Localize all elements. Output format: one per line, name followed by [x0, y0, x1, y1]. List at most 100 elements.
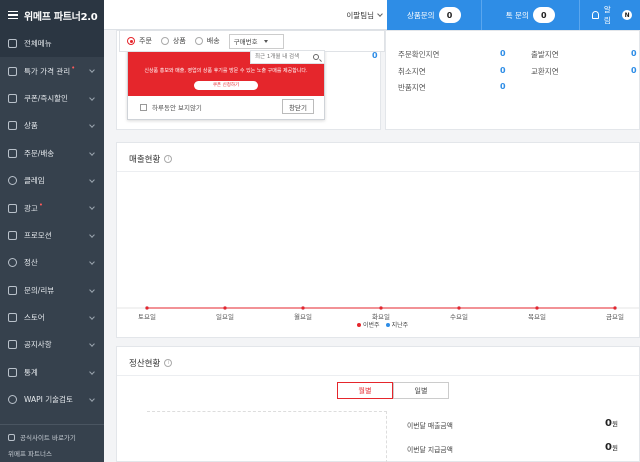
data-point-이번주-5	[535, 306, 539, 310]
chevron-down-icon	[89, 396, 95, 402]
hamburger-menu-icon[interactable]	[8, 11, 18, 19]
info-icon[interactable]: i	[164, 155, 173, 163]
top-bar: 위메프 파트너2.0 이팔팀님 상품문의 0 톡 문의 0 알림 N	[0, 0, 640, 30]
sidebar-item-label: 전체메뉴	[24, 39, 52, 49]
data-point-이번주-4	[457, 306, 461, 310]
sidebar-item[interactable]: WAPI 기술검토	[0, 386, 104, 413]
info-icon[interactable]: i	[164, 359, 173, 367]
promotion-icon	[8, 230, 17, 240]
sidebar-item[interactable]: 프로모션	[0, 222, 104, 249]
partners-label: 위메프 파트너스	[8, 450, 52, 458]
sidebar-item[interactable]: 통계	[0, 359, 104, 386]
sidebar-item[interactable]: 상품	[0, 112, 104, 139]
monthly-payout-label: 이번달 지급금액	[407, 446, 453, 454]
chevron-down-icon	[89, 286, 95, 293]
radio-order-label: 주문	[139, 37, 152, 45]
notice-button[interactable]: 알림 N	[578, 0, 640, 30]
chevron-down-icon	[89, 259, 95, 265]
settlement-chart-area	[147, 411, 387, 462]
sidebar-item[interactable]: 전체메뉴	[0, 30, 104, 58]
monthly-sales-label: 이번달 매출금액	[407, 422, 453, 430]
x-tick-label: 일요일	[216, 312, 234, 321]
sidebar-item-label: 클레임	[24, 176, 45, 186]
stats-icon	[8, 367, 17, 377]
chevron-down-icon	[89, 94, 95, 101]
dont-show-today[interactable]: 하루동안 보지않기	[140, 102, 202, 112]
sidebar-item-label: WAPI 기술검토	[24, 395, 73, 405]
chevron-down-icon	[89, 314, 95, 320]
exchange-delay-label[interactable]: 교환지연	[531, 66, 559, 77]
order-confirm-delay-value[interactable]: 0	[500, 49, 506, 58]
data-point-이번주-3	[379, 306, 383, 310]
sales-legend: 이번주 지난주	[357, 320, 408, 329]
sidebar-item[interactable]: 클레임	[0, 167, 104, 194]
x-tick-label: 월요일	[294, 312, 312, 321]
logo-area: 위메프 파트너2.0	[0, 0, 104, 30]
sidebar-item[interactable]: 주문/배송	[0, 140, 104, 167]
tab-daily[interactable]: 일별	[393, 382, 449, 399]
sidebar-item[interactable]: 특가 가격 관리 •	[0, 57, 104, 84]
popup-banner-button[interactable]: 쿠폰 신청하기	[194, 81, 258, 90]
shipping-delay-label[interactable]: 출발지연	[531, 49, 559, 60]
sidebar-item-label: 공지사항	[24, 340, 52, 350]
talk-inquiry-button[interactable]: 톡 문의 0	[480, 0, 579, 30]
exchange-delay-value[interactable]: 0	[631, 66, 637, 75]
user-name: 이팔팀님	[346, 10, 374, 20]
x-tick-label: 금요일	[606, 312, 624, 321]
dont-show-label: 하루동안 보지않기	[152, 104, 202, 112]
radio-product[interactable]	[160, 37, 169, 45]
radio-product-label: 상품	[172, 37, 186, 45]
partners-link[interactable]: 위메프 파트너스	[8, 448, 96, 458]
chevron-down-icon	[89, 122, 95, 129]
return-delay-label[interactable]: 반품지연	[398, 82, 426, 93]
external-link-icon	[8, 433, 15, 441]
coupon-icon	[8, 93, 17, 103]
ad-icon	[8, 203, 17, 213]
popup-close-button[interactable]: 창닫기	[282, 99, 314, 114]
grid-icon	[8, 39, 17, 49]
bell-icon	[591, 11, 599, 19]
tab-monthly[interactable]: 월별	[337, 382, 393, 399]
settlement-icon	[8, 258, 17, 268]
x-tick-label: 목요일	[528, 312, 546, 321]
logo[interactable]: 위메프 파트너2.0	[24, 8, 98, 23]
chevron-down-icon	[89, 231, 95, 238]
sidebar-item[interactable]: 광고 •	[0, 194, 104, 221]
sidebar-item[interactable]: 정산	[0, 249, 104, 276]
settlement-title-text: 정산현황	[129, 359, 161, 369]
sidebar-item-label: 광고	[24, 203, 38, 213]
radio-delivery[interactable]	[194, 37, 203, 45]
data-point-이번주-2	[301, 306, 305, 310]
sidebar-item-label: 통계	[24, 367, 38, 377]
sidebar-item[interactable]: 문의/리뷰	[0, 277, 104, 304]
product-inquiry-count: 0	[438, 7, 461, 23]
chevron-down-icon	[89, 204, 95, 211]
sidebar-item[interactable]: 스토어	[0, 304, 104, 331]
quick-search-bar: 주문 상품 배송 구매번호	[119, 30, 385, 52]
search-input[interactable]	[251, 51, 311, 63]
dont-show-checkbox[interactable]	[140, 103, 147, 111]
product-inquiry-button[interactable]: 상품문의 0	[387, 0, 481, 30]
search-icon[interactable]	[313, 54, 319, 60]
sidebar-item[interactable]: 쿠폰/즉시할인	[0, 85, 104, 112]
sidebar-item[interactable]: 공지사항	[0, 331, 104, 358]
settlement-card: 정산현황 i 월별 일별 이번달 매출금액 0원 이번달 지급금액 0원	[116, 346, 640, 462]
cancel-delay-value[interactable]: 0	[500, 66, 506, 75]
return-delay-value[interactable]: 0	[500, 82, 506, 91]
sidebar-item-label: 특가 가격 관리	[24, 66, 71, 76]
delivery-truck-icon	[8, 148, 17, 158]
help-icon	[8, 395, 17, 405]
claim-icon	[8, 176, 17, 186]
official-site-link[interactable]: 공식사이트 바로가기	[8, 432, 96, 442]
search-type-select[interactable]: 구매번호	[228, 33, 284, 49]
radio-order[interactable]	[127, 37, 135, 45]
user-menu[interactable]: 이팔팀님	[340, 0, 383, 30]
sales-card: 매출현황 i 토요일 일요일 월요일 화요일 수요일 목요일 금요일 이번주 지난주	[116, 142, 640, 338]
talk-inquiry-count: 0	[532, 7, 555, 23]
shipping-delay-value[interactable]: 0	[631, 49, 637, 58]
new-dot-icon: •	[71, 64, 76, 73]
megaphone-icon	[8, 340, 17, 350]
sales-divider	[117, 171, 639, 172]
cancel-delay-label[interactable]: 취소지연	[398, 66, 426, 77]
order-confirm-delay-label[interactable]: 주문확인지연	[398, 49, 439, 60]
